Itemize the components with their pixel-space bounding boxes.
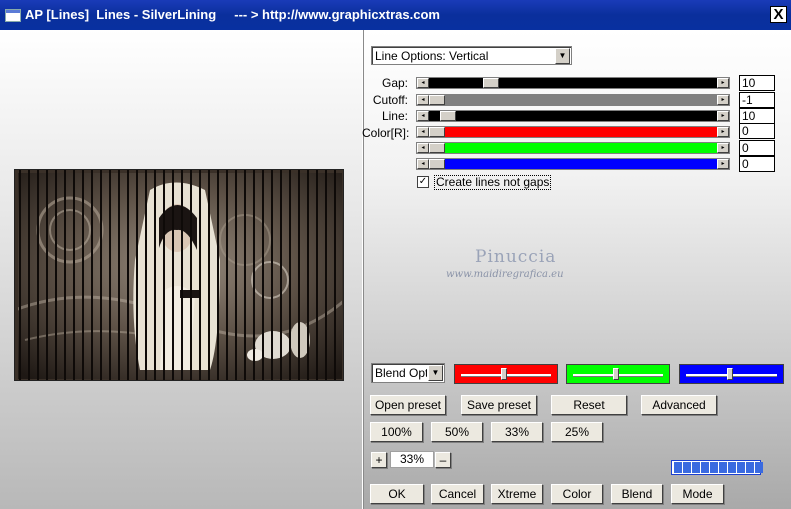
create-lines-label[interactable]: Create lines not gaps: [434, 175, 552, 190]
slider-right-arrow-icon[interactable]: ▸: [717, 127, 729, 137]
ok-button[interactable]: OK: [370, 484, 424, 504]
reset-button[interactable]: Reset: [551, 395, 627, 415]
slider-right-arrow-icon[interactable]: ▸: [717, 143, 729, 153]
blend-options-value: Blend Optic: [375, 366, 427, 380]
blue-blend-picker[interactable]: [679, 364, 784, 384]
slider-left-arrow-icon[interactable]: ◂: [417, 95, 429, 105]
progress-segment: [728, 462, 736, 473]
line-options-value: Line Options: Vertical: [375, 49, 489, 63]
progress-segment: [692, 462, 700, 473]
zoom-100-button[interactable]: 100%: [370, 422, 423, 442]
color-r-label: Color[R]:: [362, 126, 410, 140]
zoom-in-button[interactable]: +: [371, 452, 387, 468]
zoom-33-button[interactable]: 33%: [491, 422, 543, 442]
save-preset-button[interactable]: Save preset: [461, 395, 537, 415]
red-blend-picker[interactable]: [454, 364, 558, 384]
cutoff-value[interactable]: -1: [739, 92, 775, 108]
watermark-title: Pinuccia: [475, 247, 557, 267]
color-green-slider[interactable]: ◂ ▸: [416, 142, 730, 154]
slider-thumb[interactable]: [429, 95, 445, 105]
progress-segment: [674, 462, 682, 473]
slider-thumb[interactable]: [429, 127, 445, 137]
slider-thumb[interactable]: [439, 111, 456, 121]
slider-left-arrow-icon[interactable]: ◂: [417, 127, 429, 137]
slider-track[interactable]: [429, 95, 717, 105]
create-lines-checkbox[interactable]: ✓: [417, 176, 429, 188]
progress-segment: [719, 462, 727, 473]
slider-left-arrow-icon[interactable]: ◂: [417, 159, 429, 169]
slider-track[interactable]: [429, 159, 717, 169]
preview-image: [14, 169, 344, 381]
slider-left-arrow-icon[interactable]: ◂: [417, 111, 429, 121]
slider-right-arrow-icon[interactable]: ▸: [717, 95, 729, 105]
color-green-value[interactable]: 0: [739, 140, 775, 156]
slider-thumb[interactable]: [429, 159, 445, 169]
blend-thumb[interactable]: [613, 368, 620, 380]
color-blue-slider[interactable]: ◂ ▸: [416, 158, 730, 170]
progress-segment: [746, 462, 754, 473]
slider-thumb[interactable]: [483, 78, 500, 88]
gap-value[interactable]: 10: [739, 75, 775, 91]
slider-track[interactable]: [429, 143, 717, 153]
zoom-25-button[interactable]: 25%: [551, 422, 603, 442]
slider-thumb[interactable]: [429, 143, 445, 153]
open-preset-button[interactable]: Open preset: [370, 395, 446, 415]
zoom-value: 33%: [390, 451, 434, 468]
chevron-down-icon[interactable]: ▼: [428, 365, 443, 381]
app-window-icon: [5, 9, 21, 22]
slider-right-arrow-icon[interactable]: ▸: [717, 111, 729, 121]
slider-track[interactable]: [429, 111, 717, 121]
slider-right-arrow-icon[interactable]: ▸: [717, 78, 729, 88]
progress-segment: [683, 462, 691, 473]
progress-segment: [737, 462, 745, 473]
progress-segment: [755, 462, 763, 473]
watermark-subtitle: www.maidiregrafica.eu: [446, 269, 564, 280]
blend-options-select[interactable]: Blend Optic ▼: [371, 363, 445, 383]
gap-label: Gap:: [381, 76, 408, 90]
color-red-value[interactable]: 0: [739, 123, 775, 139]
slider-left-arrow-icon[interactable]: ◂: [417, 78, 429, 88]
line-slider[interactable]: ◂ ▸: [416, 110, 730, 122]
slider-track[interactable]: [429, 127, 717, 137]
cutoff-label: Cutoff:: [372, 93, 408, 107]
gap-slider[interactable]: ◂ ▸: [416, 77, 730, 89]
blend-button[interactable]: Blend: [611, 484, 663, 504]
title-bar: AP [Lines] Lines - SilverLining --- > ht…: [0, 0, 791, 30]
color-button[interactable]: Color: [551, 484, 603, 504]
green-blend-picker[interactable]: [566, 364, 670, 384]
xtreme-button[interactable]: Xtreme: [491, 484, 543, 504]
line-options-select[interactable]: Line Options: Vertical ▼: [371, 46, 572, 65]
advanced-button[interactable]: Advanced: [641, 395, 717, 415]
preview-artwork: [15, 170, 343, 380]
color-red-slider[interactable]: ◂ ▸: [416, 126, 730, 138]
progress-segment: [701, 462, 709, 473]
color-blue-value[interactable]: 0: [739, 156, 775, 172]
slider-right-arrow-icon[interactable]: ▸: [717, 159, 729, 169]
window-title: AP [Lines] Lines - SilverLining --- > ht…: [25, 7, 440, 22]
mode-button[interactable]: Mode: [671, 484, 724, 504]
cancel-button[interactable]: Cancel: [431, 484, 484, 504]
close-button[interactable]: X: [770, 6, 787, 23]
zoom-50-button[interactable]: 50%: [431, 422, 483, 442]
chevron-down-icon[interactable]: ▼: [555, 48, 570, 64]
line-label: Line:: [381, 109, 408, 123]
cutoff-slider[interactable]: ◂ ▸: [416, 94, 730, 106]
progress-indicator: [671, 460, 763, 475]
blend-thumb[interactable]: [726, 368, 733, 380]
blend-thumb[interactable]: [501, 368, 508, 380]
zoom-out-button[interactable]: –: [435, 452, 451, 468]
slider-track[interactable]: [429, 78, 717, 88]
slider-left-arrow-icon[interactable]: ◂: [417, 143, 429, 153]
line-value[interactable]: 10: [739, 108, 775, 124]
progress-segment: [710, 462, 718, 473]
